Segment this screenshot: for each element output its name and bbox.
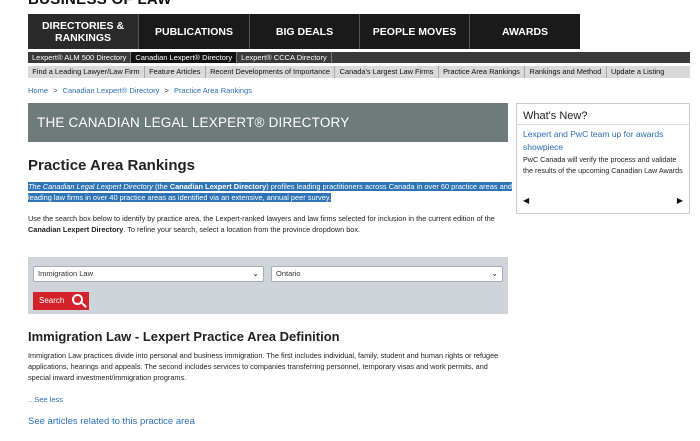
province-select-value: Ontario [276,269,301,278]
main-nav-awards[interactable]: AWARDS [470,14,580,49]
tert-nav-largest-firms[interactable]: Canada's Largest Law Firms [335,66,439,78]
search-panel: Immigration Law ⌄ Ontario ⌄ Search [28,257,508,314]
definition-title: Immigration Law - Lexpert Practice Area … [28,329,340,344]
intro-directory-name: The Canadian Legal Lexpert Directory [28,182,153,191]
search-button-label: Search [39,296,65,305]
intro-paragraph: The Canadian Legal Lexpert Directory (th… [28,181,512,203]
see-less-link[interactable]: ...See less [28,395,63,404]
practice-area-select-value: Immigration Law [38,269,94,278]
whats-new-heading: What's New? [523,110,588,122]
instructions-text-2: . To refine your search, select a locati… [123,225,361,234]
province-select[interactable]: Ontario ⌄ [271,266,503,282]
practice-area-select[interactable]: Immigration Law ⌄ [33,266,264,282]
search-button[interactable]: Search [33,292,89,310]
main-nav-publications[interactable]: PUBLICATIONS [139,14,250,49]
tert-nav-recent-developments[interactable]: Recent Developments of Importance [206,66,336,78]
search-icon [72,294,83,305]
intro-directory-short-name: Canadian Lexpert Directory [169,182,267,191]
chevron-down-icon: ⌄ [252,269,259,278]
tert-nav-practice-area-rankings[interactable]: Practice Area Rankings [439,66,526,78]
carousel-next-icon[interactable]: ▶ [677,196,683,205]
whats-new-widget: What's New? Lexpert and PwC team up for … [516,103,690,214]
sub-nav: Lexpert® ALM 500 Directory Canadian Lexp… [28,52,690,63]
breadcrumb-practice-area-rankings[interactable]: Practice Area Rankings [174,86,252,95]
sub-nav-alm500[interactable]: Lexpert® ALM 500 Directory [28,52,132,63]
sub-nav-canadian-lexpert[interactable]: Canadian Lexpert® Directory [131,52,238,63]
page-title: Practice Area Rankings [28,157,196,174]
instructions-directory-name: Canadian Lexpert Directory [28,225,124,234]
main-nav-directories[interactable]: DIRECTORIES & RANKINGS [28,14,139,49]
breadcrumb-separator: > [164,86,169,95]
definition-body: Immigration Law practices divide into pe… [28,351,499,382]
breadcrumb: Home > Canadian Lexpert® Directory > Pra… [28,86,252,95]
breadcrumb-separator: > [53,86,58,95]
directory-banner-title: THE CANADIAN LEGAL LEXPERT® DIRECTORY [37,115,350,130]
instructions-paragraph: Use the search box below to identify by … [28,213,512,235]
breadcrumb-home[interactable]: Home [28,86,48,95]
tert-nav-update-listing[interactable]: Update a Listing [607,66,669,78]
tertiary-nav: Find a Leading Lawyer/Law Firm Feature A… [28,66,690,78]
main-nav-big-deals[interactable]: BIG DEALS [250,14,360,49]
tert-nav-rankings-method[interactable]: Rankings and Method [525,66,607,78]
brand-logo-text[interactable]: BUSINESS OF LAW [28,0,172,8]
whats-new-article-summary: PwC Canada will verify the process and v… [523,155,683,175]
breadcrumb-canadian-lexpert[interactable]: Canadian Lexpert® Directory [63,86,160,95]
tert-nav-feature-articles[interactable]: Feature Articles [145,66,206,78]
instructions-text-1: Use the search box below to identify by … [28,214,495,223]
chevron-down-icon: ⌄ [491,269,498,278]
tert-nav-find-lawyer[interactable]: Find a Leading Lawyer/Law Firm [28,66,145,78]
main-nav-people-moves[interactable]: PEOPLE MOVES [360,14,470,49]
whats-new-divider [517,124,689,125]
intro-highlighted-text: The Canadian Legal Lexpert Directory (th… [28,182,512,202]
intro-text-1: (the [152,182,170,191]
carousel-prev-icon[interactable]: ◀ [523,196,529,205]
whats-new-article-link[interactable]: Lexpert and PwC team up for awards showp… [523,128,683,154]
directory-banner: THE CANADIAN LEGAL LEXPERT® DIRECTORY [28,103,508,142]
sub-nav-ccca[interactable]: Lexpert® CCCA Directory [237,52,332,63]
see-articles-link[interactable]: See articles related to this practice ar… [28,416,195,427]
main-nav: DIRECTORIES & RANKINGS PUBLICATIONS BIG … [28,14,580,49]
